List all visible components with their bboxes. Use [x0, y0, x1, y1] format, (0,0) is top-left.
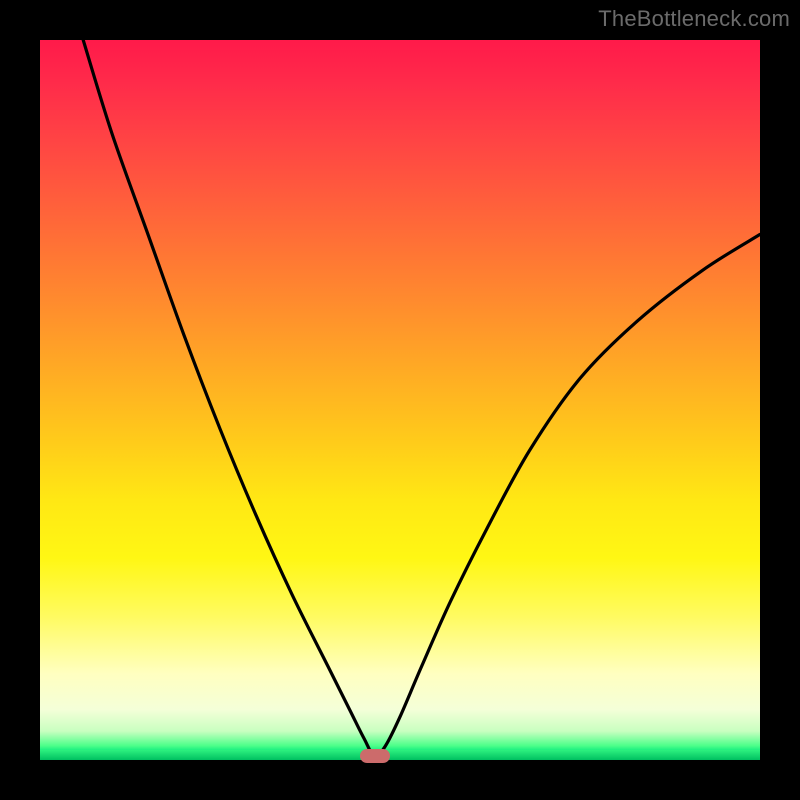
chart-frame: TheBottleneck.com	[0, 0, 800, 800]
bottleneck-curve	[40, 40, 760, 760]
minimum-marker	[360, 749, 390, 763]
watermark-text: TheBottleneck.com	[598, 6, 790, 32]
plot-area	[40, 40, 760, 760]
